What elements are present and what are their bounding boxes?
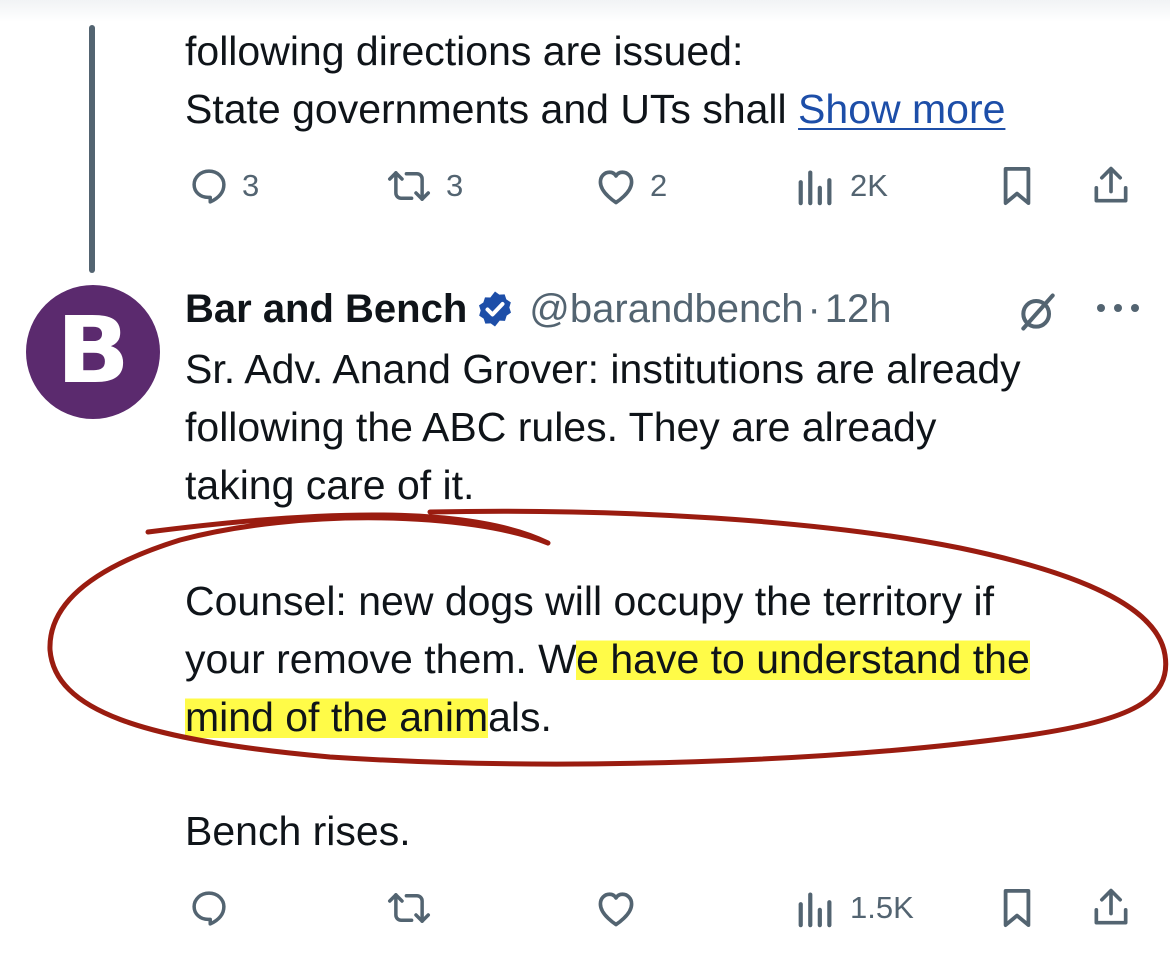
previous-tweet-actions: 3 3 2 2K <box>0 156 1170 216</box>
thread-connector-line <box>89 25 95 273</box>
reply-button[interactable] <box>188 878 230 938</box>
closing-line: Bench rises. <box>185 808 411 854</box>
reply-icon <box>192 891 226 926</box>
views-icon <box>798 170 832 206</box>
tweet-time[interactable]: 12h <box>825 287 892 332</box>
counsel-line-2: your remove them. We have to understand … <box>185 630 1030 688</box>
share-button[interactable] <box>1090 878 1132 938</box>
previous-tweet-line-2: State governments and UTs shall Show mor… <box>185 80 1005 138</box>
reply-count: 3 <box>242 168 260 203</box>
retweet-button[interactable]: 3 <box>384 156 463 216</box>
show-more-link[interactable]: Show more <box>798 86 1005 132</box>
like-button[interactable] <box>594 878 638 938</box>
counsel-line-3-plain: als. <box>488 694 552 740</box>
counsel-line-3: mind of the animals. <box>185 688 552 746</box>
heart-icon <box>598 170 634 205</box>
tweet-body-line-2: following the ABC rules. They are alread… <box>185 404 937 450</box>
views-button[interactable]: 2K <box>794 156 888 216</box>
tweet-body-line-3: taking care of it. <box>185 462 475 508</box>
bookmark-icon <box>1003 166 1031 205</box>
more-options-icon[interactable] <box>1094 300 1142 316</box>
counsel-line-2-plain: your remove them. W <box>185 636 577 682</box>
counsel-line-1: Counsel: new dogs will occupy the territ… <box>185 578 994 624</box>
retweet-button[interactable] <box>384 878 434 938</box>
share-button[interactable] <box>1090 156 1132 216</box>
previous-tweet-line-1: following directions are issued: <box>185 28 744 74</box>
views-count: 2K <box>850 168 888 203</box>
verified-badge-icon <box>479 291 512 327</box>
share-icon <box>1094 888 1128 925</box>
views-button[interactable]: 1.5K <box>794 878 914 938</box>
views-icon <box>798 892 832 928</box>
highlighted-text: mind of the anim <box>185 694 489 740</box>
tweet-body-line-1: Sr. Adv. Anand Grover: institutions are … <box>185 346 1021 392</box>
grok-icon[interactable] <box>1016 290 1060 334</box>
bookmark-icon <box>1003 889 1031 927</box>
retweet-icon <box>388 171 430 201</box>
reply-button[interactable]: 3 <box>188 156 259 216</box>
highlighted-text: e have to understand the <box>576 636 1030 682</box>
retweet-icon <box>388 893 430 923</box>
like-count: 2 <box>650 168 668 203</box>
avatar-letter: B <box>56 296 130 404</box>
tweet-header: Bar and Bench @barandbench · 12h <box>185 280 892 338</box>
heart-icon <box>598 892 634 927</box>
bookmark-button[interactable] <box>998 156 1036 216</box>
author-name[interactable]: Bar and Bench <box>185 287 467 332</box>
reply-icon <box>192 169 226 204</box>
views-count: 1.5K <box>850 890 914 925</box>
retweet-count: 3 <box>446 168 464 203</box>
share-icon <box>1094 166 1128 203</box>
bookmark-button[interactable] <box>998 878 1036 938</box>
author-avatar[interactable]: B <box>26 285 160 419</box>
author-handle[interactable]: @barandbench <box>529 287 803 332</box>
top-fade <box>0 0 1170 22</box>
separator-dot: · <box>807 286 821 331</box>
previous-tweet-line-2-text: State governments and UTs shall <box>185 86 799 132</box>
tweet-actions: 1.5K <box>0 878 1170 938</box>
like-button[interactable]: 2 <box>594 156 667 216</box>
red-annotation-circle <box>47 508 1169 767</box>
